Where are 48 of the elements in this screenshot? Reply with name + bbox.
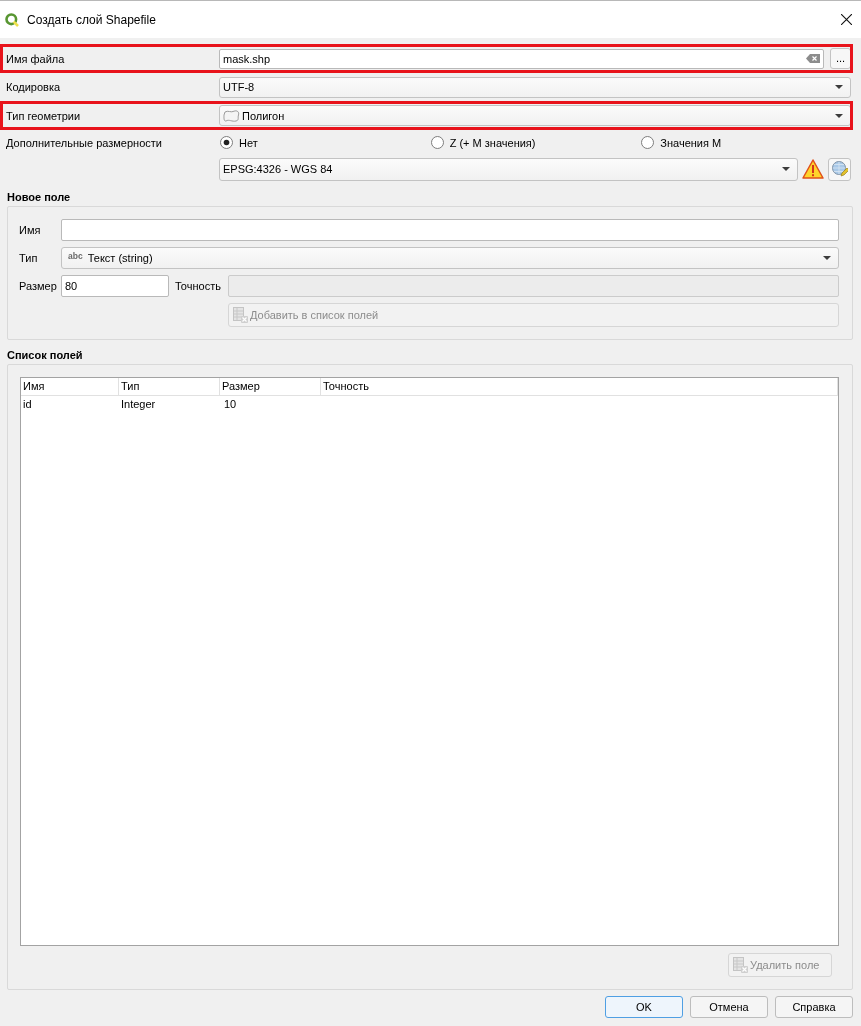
radio-icon[interactable] [430,136,444,149]
field-type-dropdown[interactable]: abc Текст (string) [61,247,839,269]
field-label: Дополнительные размерности [6,136,162,149]
section-title: Список полей [7,348,83,363]
field-label: Тип геометрии [6,109,81,122]
size-field[interactable]: 80 [61,275,169,297]
polygon-icon [223,109,240,122]
name-field[interactable] [61,219,839,241]
radio-icon[interactable] [220,136,233,149]
column-header[interactable]: Тип [121,378,140,395]
geometry-type-dropdown[interactable]: Полигон [219,105,851,126]
warning-icon [802,159,824,179]
field-label: Кодировка [6,81,61,93]
app-logo-icon [5,12,19,27]
crs-select-button[interactable] [828,157,851,181]
encoding-dropdown[interactable]: UTF-8 [219,76,851,98]
table-cell-text: Integer [120,397,156,412]
field-label: Тип [19,252,39,264]
column-header[interactable]: Точность [323,378,369,395]
field-label: Имя файла [6,52,65,65]
radio-option[interactable]: Z (+ M значения) [429,136,536,149]
radio-option[interactable]: Нет [219,136,258,149]
caret-icon [782,167,790,171]
caret-icon [823,256,831,260]
section-title: Новое поле [7,190,71,205]
crs-dropdown[interactable]: EPSG:4326 - WGS 84 [219,157,798,181]
radio-icon[interactable] [641,136,655,149]
window-title: Создать слой Shapefile [27,12,156,27]
field-label: Имя [19,224,42,236]
globe-icon [831,161,848,177]
column-header[interactable]: Имя [23,378,45,395]
caret-icon [835,85,843,89]
field-label: Точность [174,280,222,292]
table-cell-text: 10 [223,397,237,412]
dialog-button[interactable]: Отмена [690,996,768,1018]
file-name-field[interactable]: mask.shp [219,48,824,69]
column-header[interactable]: Размер [222,378,260,395]
radio-option[interactable]: Значения M [640,136,722,149]
table-icon [232,307,248,323]
caret-icon [835,113,843,118]
close-icon [840,14,852,25]
field-label: Размер [19,280,58,292]
browse-button[interactable]: ... [830,48,851,69]
dialog-button[interactable]: Справка [775,996,853,1018]
table-cell-text: id [22,397,32,412]
clear-icon[interactable] [806,54,820,63]
table-icon [733,957,748,973]
dialog-button[interactable]: OK [605,996,683,1018]
